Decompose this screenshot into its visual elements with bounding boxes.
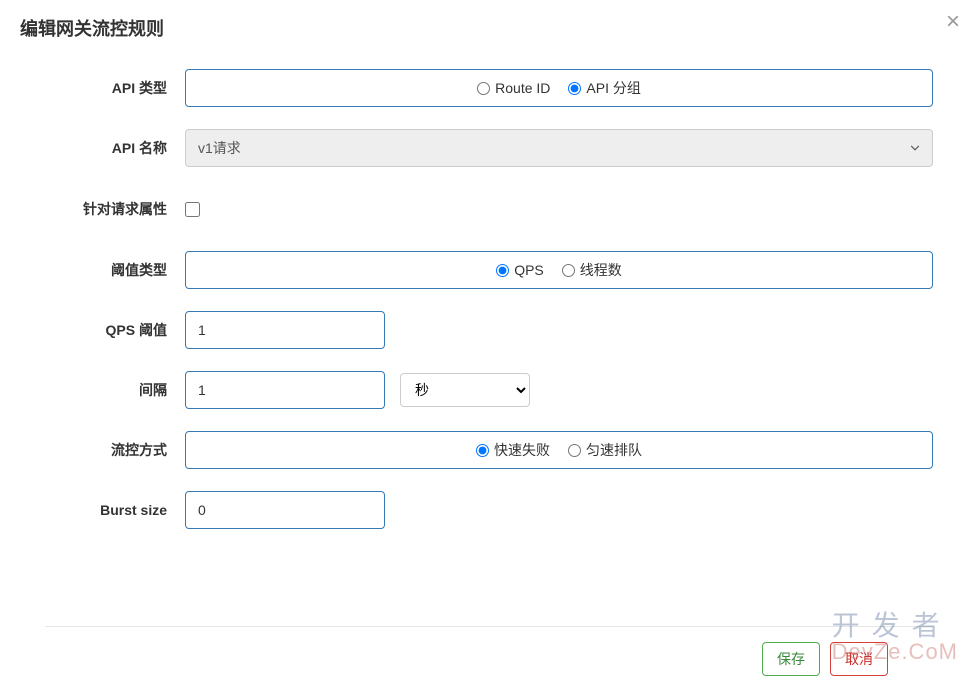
row-interval: 间隔 秒	[45, 371, 933, 409]
radio-threshold-thread[interactable]: 线程数	[562, 260, 622, 280]
radio-threshold-qps[interactable]: QPS	[496, 262, 544, 278]
label-api-name: API 名称	[45, 138, 185, 158]
radio-input-rate-limit[interactable]	[568, 444, 581, 457]
select-interval-unit[interactable]: 秒	[400, 373, 530, 407]
row-flow-mode: 流控方式 快速失败 匀速排队	[45, 431, 933, 469]
modal-title: 编辑网关流控规则	[20, 15, 958, 41]
modal-body: API 类型 Route ID API 分组 API 名称 v	[0, 49, 978, 606]
row-threshold-type: 阈值类型 QPS 线程数	[45, 251, 933, 289]
radio-group-flow-mode: 快速失败 匀速排队	[185, 431, 933, 469]
row-qps-threshold: QPS 阈值	[45, 311, 933, 349]
row-burst-size: Burst size	[45, 491, 933, 529]
radio-input-api-group[interactable]	[568, 82, 581, 95]
row-api-type: API 类型 Route ID API 分组	[45, 69, 933, 107]
label-flow-mode: 流控方式	[45, 440, 185, 460]
label-request-attr: 针对请求属性	[45, 199, 185, 219]
radio-flow-fast-fail[interactable]: 快速失败	[476, 440, 550, 460]
radio-group-api-type: Route ID API 分组	[185, 69, 933, 107]
radio-group-threshold-type: QPS 线程数	[185, 251, 933, 289]
radio-api-type-route-id[interactable]: Route ID	[477, 80, 550, 96]
label-api-type: API 类型	[45, 78, 185, 98]
checkbox-request-attr[interactable]	[185, 202, 200, 217]
modal-header: 编辑网关流控规则 ×	[0, 0, 978, 49]
save-button[interactable]: 保存	[762, 642, 820, 676]
close-icon[interactable]: ×	[946, 10, 960, 34]
label-qps-threshold: QPS 阈值	[45, 320, 185, 340]
input-interval[interactable]	[185, 371, 385, 409]
radio-input-fast-fail[interactable]	[476, 444, 489, 457]
modal-footer: 保存 取消	[45, 626, 933, 691]
radio-flow-rate-limit[interactable]: 匀速排队	[568, 440, 642, 460]
radio-api-type-api-group[interactable]: API 分组	[568, 78, 640, 98]
radio-input-route-id[interactable]	[477, 82, 490, 95]
radio-input-thread[interactable]	[562, 264, 575, 277]
input-burst-size[interactable]	[185, 491, 385, 529]
label-interval: 间隔	[45, 380, 185, 400]
label-burst-size: Burst size	[45, 502, 185, 518]
row-api-name: API 名称 v1请求	[45, 129, 933, 167]
input-qps-threshold[interactable]	[185, 311, 385, 349]
row-request-attr: 针对请求属性	[45, 199, 933, 219]
select-api-name[interactable]: v1请求	[185, 129, 933, 167]
cancel-button[interactable]: 取消	[830, 642, 888, 676]
label-threshold-type: 阈值类型	[45, 260, 185, 280]
edit-gateway-flow-rule-modal: 编辑网关流控规则 × API 类型 Route ID API 分组	[0, 0, 978, 691]
radio-input-qps[interactable]	[496, 264, 509, 277]
